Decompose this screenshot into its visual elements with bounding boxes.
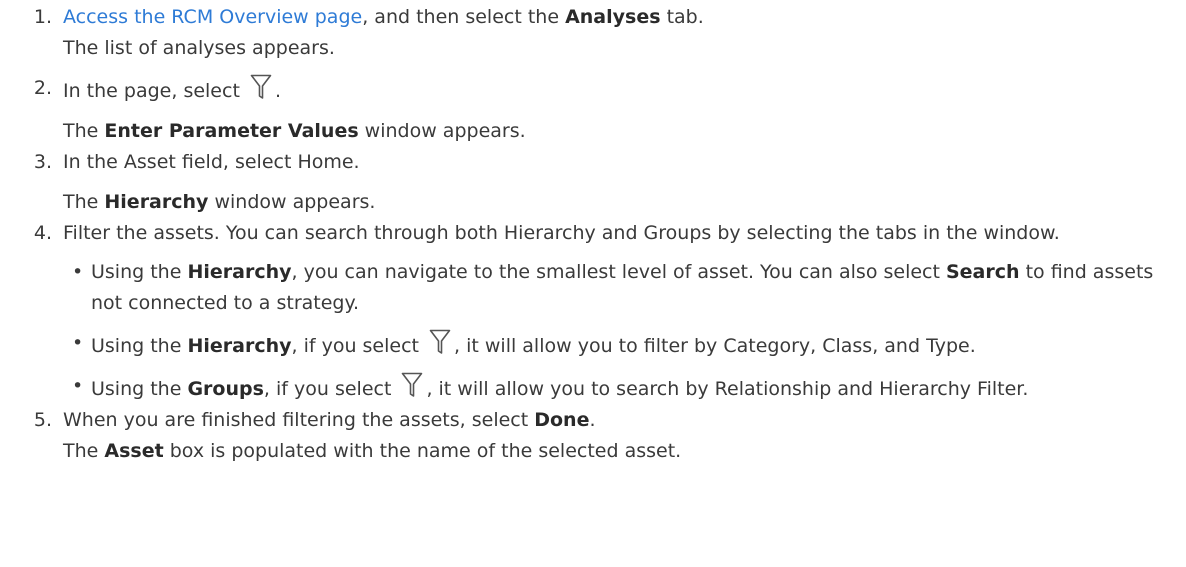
bullet-item-hierarchy-filter: Using the Hierarchy, if you select , it … <box>63 328 1176 362</box>
step-2: 2 In the page, select . The Enter Parame… <box>8 73 1176 147</box>
step-result: The list of analyses appears. <box>63 37 335 59</box>
bullet-item-hierarchy-navigate: Using the Hierarchy, you can navigate to… <box>63 257 1176 319</box>
filter-icon <box>429 328 451 356</box>
step-3: 3 In the Asset field, select Home. The H… <box>8 147 1176 218</box>
analyses-tab-label: Analyses <box>565 6 661 28</box>
step-5: 5 When you are finished filtering the as… <box>8 405 1176 467</box>
step-1: 1 Access the RCM Overview page, and then… <box>8 2 1176 64</box>
filter-icon <box>250 73 272 101</box>
step-number: 4 <box>8 218 58 249</box>
window-name: Enter Parameter Values <box>104 120 359 142</box>
steps-list: 1 Access the RCM Overview page, and then… <box>8 2 1176 467</box>
step-number: 3 <box>8 147 58 178</box>
filter-icon <box>401 371 423 399</box>
step-result: The Hierarchy window appears. <box>63 191 376 213</box>
step-instruction: In the Asset field, select Home. <box>63 151 360 173</box>
step-number: 5 <box>8 405 58 436</box>
rcm-overview-link[interactable]: Access the RCM Overview page <box>63 6 362 28</box>
step-4: 4 Filter the assets. You can search thro… <box>8 218 1176 405</box>
done-button-label: Done <box>534 409 590 431</box>
step-instruction: When you are finished filtering the asse… <box>63 409 596 431</box>
step-number: 1 <box>8 2 58 33</box>
bullet-list: Using the Hierarchy, you can navigate to… <box>63 257 1176 405</box>
bullet-item-groups-filter: Using the Groups, if you select , it wil… <box>63 371 1176 405</box>
step-number: 2 <box>8 73 58 104</box>
step-instruction: In the page, select . <box>63 73 1176 107</box>
step-instruction: Filter the assets. You can search throug… <box>63 222 1060 244</box>
asset-box-label: Asset <box>104 440 164 462</box>
step-result: The Asset box is populated with the name… <box>63 440 682 462</box>
window-name: Hierarchy <box>104 191 209 213</box>
step-instruction: Access the RCM Overview page, and then s… <box>63 6 704 28</box>
procedure-page: 1 Access the RCM Overview page, and then… <box>0 0 1186 567</box>
step-result: The Enter Parameter Values window appear… <box>63 120 526 142</box>
